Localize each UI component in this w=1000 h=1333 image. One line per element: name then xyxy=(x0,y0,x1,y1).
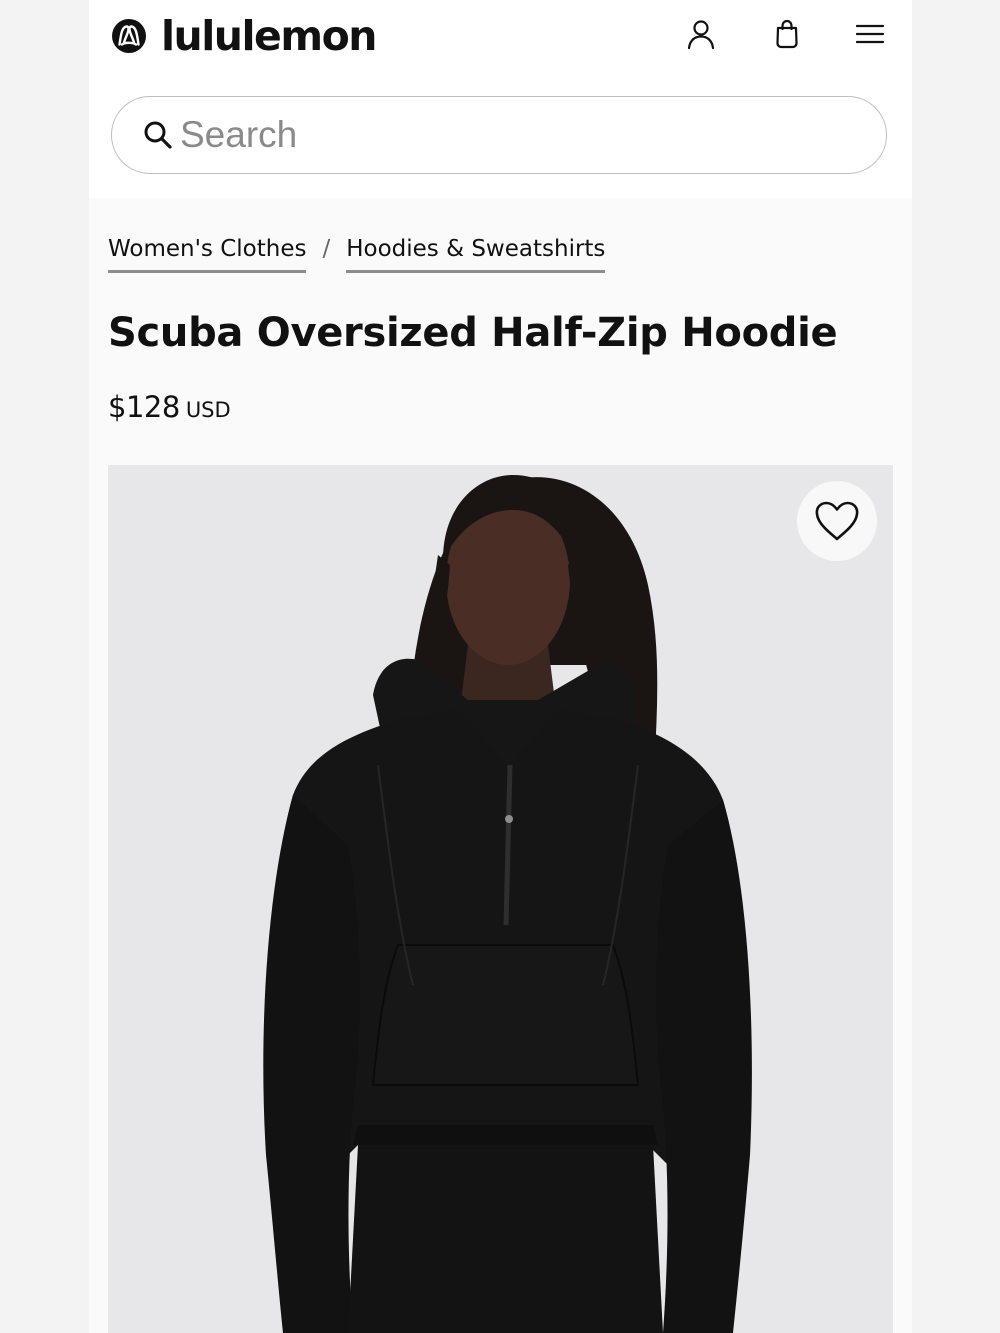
breadcrumb-hoodies-sweatshirts[interactable]: Hoodies & Sweatshirts xyxy=(346,234,606,273)
price-amount: $128 xyxy=(108,390,180,424)
brand-name: lululemon xyxy=(161,12,377,60)
breadcrumb-separator: / xyxy=(322,236,331,262)
search-input[interactable] xyxy=(180,107,840,163)
search-icon xyxy=(144,121,172,149)
brand-logo[interactable]: lululemon xyxy=(111,12,377,60)
lululemon-logo-icon xyxy=(112,19,146,53)
user-icon xyxy=(687,20,715,49)
breadcrumb-womens-clothes[interactable]: Women's Clothes xyxy=(108,234,307,273)
product-photo xyxy=(108,465,893,1333)
hamburger-menu-icon xyxy=(856,24,884,44)
product-title: Scuba Oversized Half-Zip Hoodie xyxy=(108,310,838,356)
menu-button[interactable] xyxy=(852,16,888,52)
product-page: lululemon Search Women's Clothes / Hoodi… xyxy=(89,0,912,1333)
shopping-bag-button[interactable] xyxy=(769,16,805,52)
search-bar[interactable] xyxy=(111,96,887,174)
wishlist-button[interactable] xyxy=(797,481,877,561)
price-currency: USD xyxy=(185,398,231,422)
product-image[interactable] xyxy=(108,465,893,1333)
shopping-bag-icon xyxy=(776,19,798,49)
site-header: lululemon xyxy=(89,0,912,198)
heart-icon xyxy=(815,501,859,541)
breadcrumb: Women's Clothes / Hoodies & Sweatshirts xyxy=(108,234,606,273)
product-price: $128 USD xyxy=(108,390,231,424)
account-button[interactable] xyxy=(683,16,719,52)
